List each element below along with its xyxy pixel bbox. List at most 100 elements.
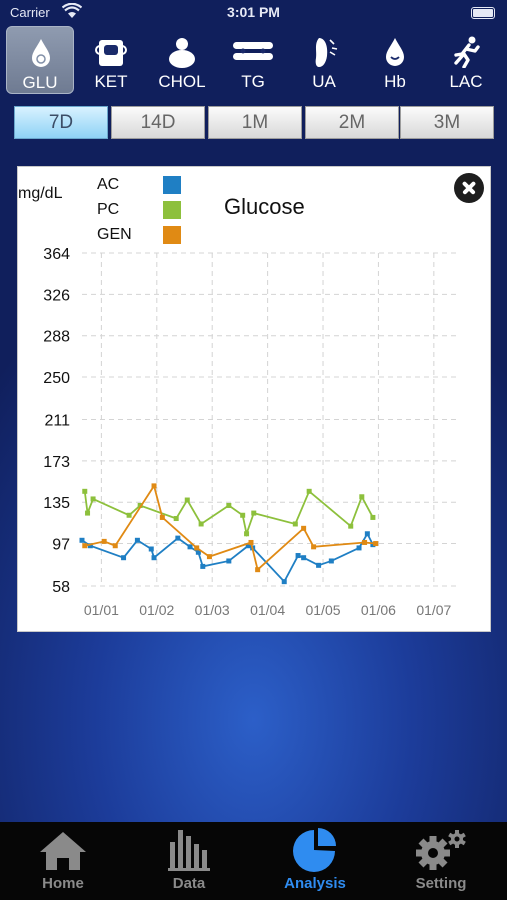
data-point-ac bbox=[364, 531, 370, 537]
data-point-ac bbox=[175, 535, 181, 541]
hemoglobin-drop-icon bbox=[386, 38, 404, 66]
data-point-pc bbox=[370, 514, 376, 520]
x-tick-label: 01/07 bbox=[416, 602, 451, 618]
tab-hb[interactable]: Hb bbox=[361, 26, 429, 94]
data-point-gen bbox=[101, 538, 107, 544]
tab-chol[interactable]: CHOL bbox=[148, 26, 216, 94]
y-tick-label: 58 bbox=[52, 579, 70, 596]
data-point-pc bbox=[348, 523, 354, 529]
data-point-ac bbox=[301, 555, 307, 561]
data-point-ac bbox=[281, 579, 287, 585]
home-icon bbox=[40, 832, 86, 870]
uric-acid-foot-icon bbox=[315, 38, 338, 67]
data-point-gen bbox=[362, 539, 368, 545]
plot-area: 58 97 135 173 211 250 288 326 364 01/01 01/02 01/03… bbox=[43, 246, 456, 618]
triglyceride-chain-icon bbox=[233, 42, 273, 60]
data-point-pc bbox=[82, 488, 88, 494]
data-point-pc bbox=[292, 521, 298, 527]
tab-lac[interactable]: LAC bbox=[432, 26, 500, 94]
data-point-pc bbox=[244, 531, 250, 537]
data-point-ac bbox=[226, 558, 232, 564]
data-point-pc bbox=[90, 496, 96, 502]
nav-label: Analysis bbox=[284, 875, 346, 892]
tab-label: CHOL bbox=[158, 72, 206, 91]
nav-setting[interactable]: Setting bbox=[378, 822, 504, 900]
data-point-ac bbox=[200, 563, 206, 569]
range-3m[interactable]: 3M bbox=[400, 106, 494, 139]
y-tick-label: 364 bbox=[43, 246, 70, 263]
data-point-gen bbox=[311, 544, 317, 550]
range-1m[interactable]: 1M bbox=[208, 106, 302, 139]
tab-ket[interactable]: KET bbox=[77, 26, 145, 94]
tab-label: TG bbox=[241, 72, 265, 91]
data-point-pc bbox=[85, 510, 91, 516]
y-tick-label: 173 bbox=[43, 454, 70, 471]
y-tick-label: 288 bbox=[43, 329, 70, 346]
y-tick-label: 250 bbox=[43, 370, 70, 387]
data-point-pc bbox=[198, 521, 204, 527]
data-point-ac bbox=[79, 537, 85, 543]
tab-glu[interactable]: GLU bbox=[6, 26, 74, 94]
pie-chart-icon bbox=[293, 828, 336, 872]
data-point-pc bbox=[184, 497, 190, 503]
series-line-gen bbox=[84, 483, 376, 572]
tab-label: LAC bbox=[449, 72, 483, 91]
nav-label: Setting bbox=[415, 875, 467, 892]
data-point-ac bbox=[328, 558, 334, 564]
nav-label: Data bbox=[172, 875, 206, 892]
data-point-gen bbox=[194, 545, 200, 551]
nav-home[interactable]: Home bbox=[0, 822, 126, 900]
tab-label: Hb bbox=[384, 72, 406, 91]
x-tick-label: 01/05 bbox=[305, 602, 340, 618]
data-point-gen bbox=[255, 567, 261, 573]
data-point-pc bbox=[173, 516, 179, 522]
data-point-gen bbox=[112, 543, 118, 549]
y-tick-label: 211 bbox=[44, 413, 70, 430]
tab-label: KET bbox=[94, 72, 128, 91]
ketone-icon bbox=[95, 40, 127, 66]
data-point-ac bbox=[134, 537, 140, 543]
glucose-chart-card: mg/dL AC PC GEN Glucose 58 97 135 173 211 250… bbox=[17, 166, 491, 632]
data-point-pc bbox=[226, 502, 232, 508]
tab-ua[interactable]: UA bbox=[290, 26, 358, 94]
nav-label: Home bbox=[42, 875, 84, 892]
data-point-gen bbox=[206, 554, 212, 560]
tab-label: UA bbox=[312, 72, 336, 91]
data-point-ac bbox=[295, 553, 301, 559]
range-7d[interactable]: 7D bbox=[14, 106, 108, 139]
x-tick-label: 01/06 bbox=[361, 602, 396, 618]
y-tick-label: 97 bbox=[52, 537, 70, 554]
data-point-ac bbox=[316, 562, 322, 568]
x-tick-label: 01/04 bbox=[250, 602, 285, 618]
battery-icon bbox=[471, 7, 495, 19]
data-point-gen bbox=[301, 525, 307, 531]
data-point-pc bbox=[126, 512, 132, 518]
data-point-gen bbox=[248, 539, 254, 545]
data-point-pc bbox=[359, 494, 365, 500]
x-tick-label: 01/01 bbox=[84, 602, 119, 618]
data-point-pc bbox=[240, 512, 246, 518]
data-point-pc bbox=[306, 488, 312, 494]
data-point-gen bbox=[373, 541, 379, 547]
y-tick-label: 135 bbox=[43, 495, 70, 512]
lactate-runner-icon bbox=[454, 36, 480, 68]
clock: 3:01 PM bbox=[227, 4, 280, 20]
x-tick-label: 01/02 bbox=[139, 602, 174, 618]
nav-data[interactable]: Data bbox=[126, 822, 252, 900]
glucose-drop-icon bbox=[32, 39, 50, 67]
tab-tg[interactable]: TG bbox=[219, 26, 287, 94]
data-point-gen bbox=[82, 543, 88, 549]
status-bar: Carrier 3:01 PM bbox=[0, 0, 507, 28]
y-tick-label: 326 bbox=[43, 287, 70, 304]
data-point-ac bbox=[187, 544, 193, 550]
x-tick-label: 01/03 bbox=[195, 602, 230, 618]
bottom-tab-bar: Home Data Analysis Setting bbox=[0, 822, 507, 900]
date-range-tabs: 7D 14D 1M 2M 3M bbox=[14, 106, 494, 140]
range-2m[interactable]: 2M bbox=[305, 106, 399, 139]
cholesterol-person-icon bbox=[169, 38, 195, 68]
range-14d[interactable]: 14D bbox=[111, 106, 205, 139]
tab-label: GLU bbox=[22, 73, 58, 92]
nav-analysis[interactable]: Analysis bbox=[252, 822, 378, 900]
data-point-pc bbox=[251, 510, 257, 516]
gear-icon bbox=[416, 830, 466, 870]
